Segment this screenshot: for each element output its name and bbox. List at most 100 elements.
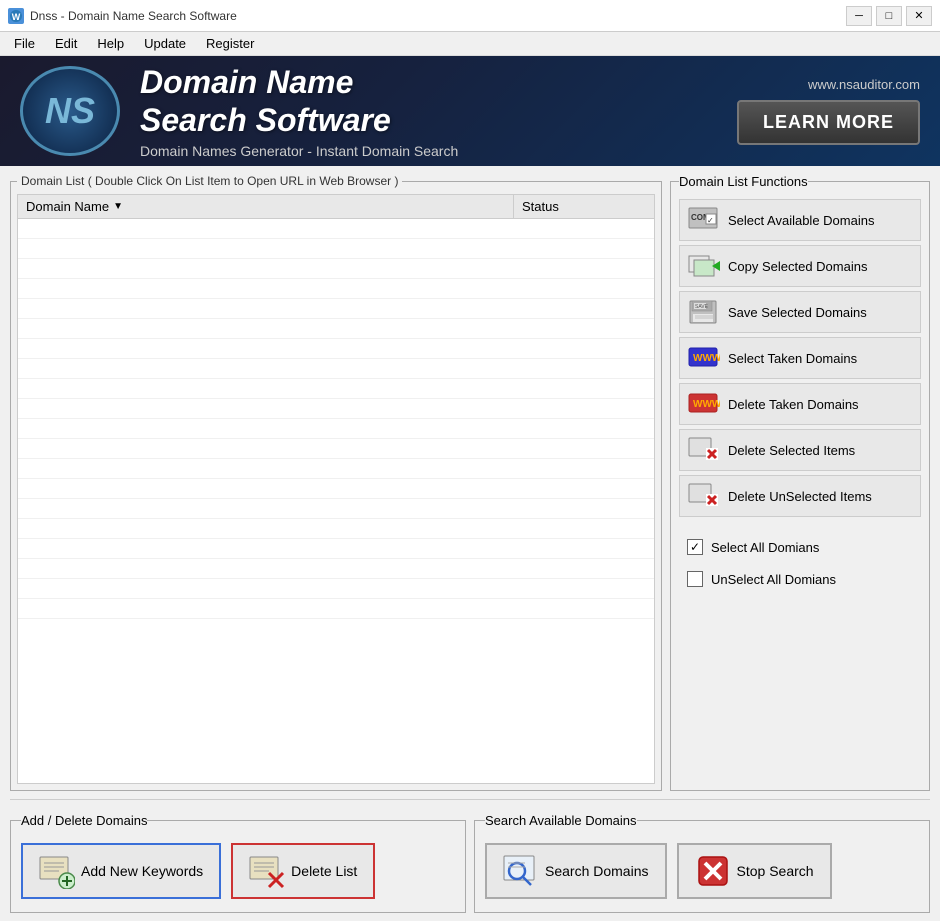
select-available-button[interactable]: COM. ✓ Select Available Domains (679, 199, 921, 241)
svg-text:✓: ✓ (707, 216, 714, 225)
select-taken-label: Select Taken Domains (728, 351, 857, 366)
select-all-label: Select All Domians (711, 540, 819, 555)
delete-taken-button[interactable]: WWW Delete Taken Domains (679, 383, 921, 425)
menu-file[interactable]: File (4, 34, 45, 53)
delete-selected-label: Delete Selected Items (728, 443, 855, 458)
main-content: Domain List ( Double Click On List Item … (0, 166, 940, 921)
maximize-button[interactable]: □ (876, 6, 902, 26)
menu-update[interactable]: Update (134, 34, 196, 53)
select-taken-button[interactable]: WWW Select Taken Domains (679, 337, 921, 379)
select-all-checkbox[interactable]: ✓ Select All Domians (679, 533, 921, 561)
menu-help[interactable]: Help (87, 34, 134, 53)
app-icon: W (8, 8, 24, 24)
table-row (18, 539, 654, 559)
delete-selected-button[interactable]: Delete Selected Items (679, 429, 921, 471)
table-row (18, 239, 654, 259)
functions-legend: Domain List Functions (679, 174, 808, 189)
table-row (18, 259, 654, 279)
save-icon: SAVE (688, 298, 720, 326)
banner-logo: NS (20, 66, 120, 156)
search-domains-icon (503, 853, 539, 889)
svg-text:WWW: WWW (693, 353, 720, 364)
stop-search-icon (695, 853, 731, 889)
delete-selected-icon (688, 436, 720, 464)
add-keywords-label: Add New Keywords (81, 863, 203, 879)
copy-selected-label: Copy Selected Domains (728, 259, 867, 274)
banner-title: Domain Name Search Software (140, 63, 737, 140)
unselect-all-label: UnSelect All Domians (711, 572, 836, 587)
top-section: Domain List ( Double Click On List Item … (10, 174, 930, 791)
delete-list-icon (249, 853, 285, 889)
learn-more-button[interactable]: LEARN MORE (737, 100, 920, 145)
www-red-icon: WWW (688, 390, 720, 418)
menu-register[interactable]: Register (196, 34, 264, 53)
table-row (18, 459, 654, 479)
copy-arrow-icon (688, 252, 720, 280)
banner: NS Domain Name Search Software Domain Na… (0, 56, 940, 166)
www-green-icon: WWW (688, 344, 720, 372)
svg-text:W: W (12, 12, 21, 22)
table-row (18, 299, 654, 319)
delete-unselected-icon (688, 482, 720, 510)
stop-search-label: Stop Search (737, 863, 814, 879)
banner-right: www.nsauditor.com LEARN MORE (737, 77, 920, 145)
search-legend: Search Available Domains (485, 813, 637, 828)
stop-search-button[interactable]: Stop Search (677, 843, 832, 899)
separator (10, 799, 930, 805)
window-title: Dnss - Domain Name Search Software (30, 9, 237, 23)
delete-taken-label: Delete Taken Domains (728, 397, 859, 412)
minimize-button[interactable]: ─ (846, 6, 872, 26)
save-selected-label: Save Selected Domains (728, 305, 867, 320)
copy-selected-button[interactable]: Copy Selected Domains (679, 245, 921, 287)
table-row (18, 359, 654, 379)
search-domains-button[interactable]: Search Domains (485, 843, 667, 899)
table-row (18, 439, 654, 459)
domain-list-panel: Domain List ( Double Click On List Item … (10, 174, 662, 791)
add-delete-panel: Add / Delete Domains Add New Keywords (10, 813, 466, 913)
spacer (679, 521, 921, 529)
close-button[interactable]: ✕ (906, 6, 932, 26)
sort-arrow-icon: ▼ (113, 201, 123, 212)
com-icon: COM. ✓ (688, 206, 720, 234)
table-row (18, 279, 654, 299)
table-row (18, 219, 654, 239)
save-selected-button[interactable]: SAVE Save Selected Domains (679, 291, 921, 333)
domain-list-legend: Domain List ( Double Click On List Item … (17, 174, 402, 188)
table-row (18, 499, 654, 519)
search-panel: Search Available Domains Search Domains (474, 813, 930, 913)
table-row (18, 519, 654, 539)
table-row (18, 599, 654, 619)
svg-text:WWW: WWW (693, 399, 720, 410)
functions-panel: Domain List Functions COM. ✓ Select Avai… (670, 174, 930, 791)
table-row (18, 419, 654, 439)
menu-edit[interactable]: Edit (45, 34, 87, 53)
window-controls: ─ □ ✕ (846, 6, 932, 26)
delete-list-label: Delete List (291, 863, 357, 879)
table-row (18, 559, 654, 579)
bottom-section: Add / Delete Domains Add New Keywords (10, 813, 930, 913)
add-keywords-icon (39, 853, 75, 889)
col-status-header: Status (514, 195, 654, 218)
unselect-all-checkbox-icon (687, 571, 703, 587)
add-delete-legend: Add / Delete Domains (21, 813, 147, 828)
unselect-all-checkbox[interactable]: UnSelect All Domians (679, 565, 921, 593)
table-row (18, 399, 654, 419)
delete-list-button[interactable]: Delete List (231, 843, 375, 899)
table-row (18, 339, 654, 359)
select-all-checkbox-icon: ✓ (687, 539, 703, 555)
title-bar: W Dnss - Domain Name Search Software ─ □… (0, 0, 940, 32)
domain-table-body (17, 219, 655, 784)
col-domain-header[interactable]: Domain Name ▼ (18, 195, 514, 218)
table-row (18, 579, 654, 599)
banner-url: www.nsauditor.com (808, 77, 920, 92)
svg-text:SAVE: SAVE (695, 304, 709, 310)
search-domains-label: Search Domains (545, 863, 649, 879)
menu-bar: File Edit Help Update Register (0, 32, 940, 56)
add-keywords-button[interactable]: Add New Keywords (21, 843, 221, 899)
table-row (18, 319, 654, 339)
delete-unselected-button[interactable]: Delete UnSelected Items (679, 475, 921, 517)
delete-unselected-label: Delete UnSelected Items (728, 489, 872, 504)
banner-text: Domain Name Search Software Domain Names… (140, 63, 737, 160)
table-header: Domain Name ▼ Status (17, 194, 655, 219)
table-row (18, 379, 654, 399)
